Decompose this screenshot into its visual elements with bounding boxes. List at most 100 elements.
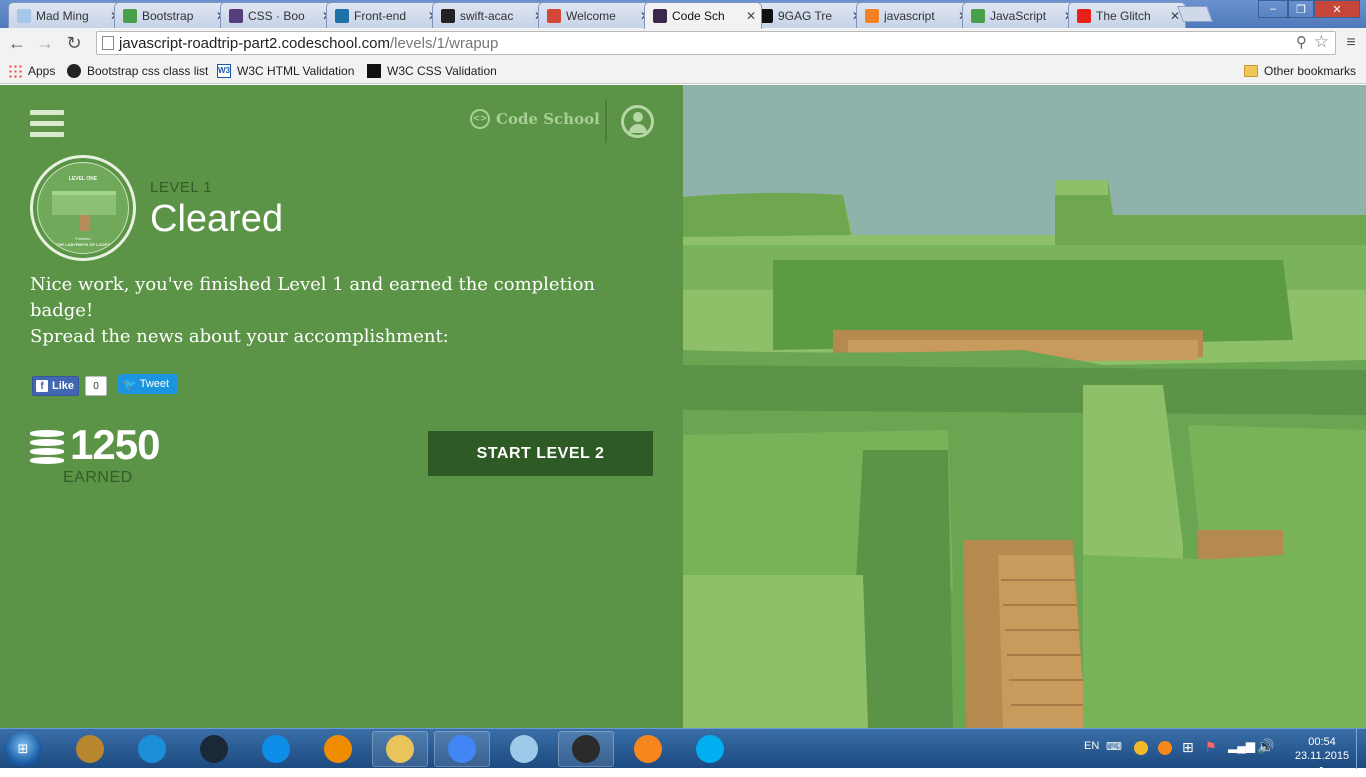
- tray-app-icon[interactable]: [1134, 741, 1148, 755]
- chrome-icon: [448, 735, 476, 763]
- bookmark-label: Bootstrap css class list: [87, 64, 209, 78]
- tab-label: Welcome: [566, 8, 616, 23]
- user-avatar-icon[interactable]: [621, 105, 654, 138]
- frontend-icon: [335, 8, 349, 23]
- youtube-icon: [1077, 8, 1091, 23]
- skype-icon: [696, 735, 724, 763]
- w3-icon: [123, 8, 137, 23]
- tab-label: CSS · Boo: [248, 8, 305, 23]
- tab-close-icon[interactable]: ✕: [745, 9, 757, 23]
- browser-tab[interactable]: Front-end✕: [326, 2, 444, 28]
- coins-icon: [30, 430, 64, 464]
- other-bookmarks-label: Other bookmarks: [1264, 64, 1357, 78]
- browser-tab[interactable]: Mad Ming✕: [8, 2, 126, 28]
- site-menu-button[interactable]: [30, 110, 64, 138]
- window-close-button[interactable]: ✕: [1314, 0, 1360, 18]
- new-tab-button[interactable]: [1177, 6, 1213, 22]
- steam-icon: [200, 735, 228, 763]
- reload-button[interactable]: ↻: [63, 32, 85, 54]
- avast-tray-icon[interactable]: [1158, 741, 1172, 755]
- hearthstone-icon: [76, 735, 104, 763]
- tweet-button[interactable]: 🐦 Tweet: [118, 374, 178, 394]
- header-divider: [605, 100, 607, 143]
- bookmark-bootstrap[interactable]: Bootstrap css class list: [67, 63, 208, 79]
- browser-tab[interactable]: 9GAG Tre✕: [750, 2, 868, 28]
- browser-tab[interactable]: JavaScript✕: [962, 2, 1080, 28]
- maximize-button[interactable]: ❐: [1288, 0, 1314, 18]
- bookmark-apps[interactable]: Apps: [8, 63, 55, 79]
- avast-icon: [634, 735, 662, 763]
- notepad-icon: [510, 735, 538, 763]
- taskbar-app[interactable]: [310, 731, 366, 767]
- start-level-2-button[interactable]: START LEVEL 2: [428, 431, 653, 476]
- browser-tab[interactable]: CSS · Boo✕: [220, 2, 338, 28]
- wrapup-panel: <> Code School LEVEL ONE Finished THE LA…: [0, 85, 683, 728]
- tab-label: javascript: [884, 8, 935, 23]
- taskbar-app[interactable]: [682, 731, 738, 767]
- bookmark-w3c-html[interactable]: W3 W3C HTML Validation: [217, 63, 354, 79]
- tweet-label: Tweet: [139, 378, 170, 390]
- windows-flag-icon[interactable]: ⊞: [1182, 739, 1194, 756]
- forward-button[interactable]: →: [34, 32, 56, 54]
- level-status-title: Cleared: [150, 198, 284, 240]
- apps-grid-icon: [8, 64, 22, 78]
- stackoverflow-icon: [865, 8, 879, 23]
- taskbar-app[interactable]: [558, 731, 614, 767]
- start-button[interactable]: ⊞: [4, 731, 42, 767]
- points-value: 1250: [70, 421, 160, 468]
- other-bookmarks[interactable]: Other bookmarks: [1244, 63, 1356, 79]
- browser-tab[interactable]: The Glitch ✕: [1068, 2, 1186, 28]
- taskbar-app[interactable]: [62, 731, 118, 767]
- show-desktop-button[interactable]: [1356, 729, 1366, 769]
- bookmark-star-icon[interactable]: ☆: [1314, 32, 1329, 52]
- forward-arrow-icon: →: [36, 32, 54, 53]
- browser-tab[interactable]: javascript✕: [856, 2, 974, 28]
- taskbar-app[interactable]: [434, 731, 490, 767]
- message-line-1: Nice work, you've finished Level 1 and e…: [30, 274, 595, 321]
- network-icon[interactable]: ▂▄▆: [1228, 739, 1255, 753]
- address-bar[interactable]: javascript-roadtrip-part2.codeschool.com…: [96, 31, 1336, 55]
- gmail-icon: [547, 8, 561, 23]
- browser-tab[interactable]: Welcome✕: [538, 2, 656, 28]
- minimize-button[interactable]: –: [1258, 0, 1288, 18]
- volume-icon[interactable]: 🔊: [1257, 738, 1274, 755]
- page-icon: [102, 36, 114, 50]
- taskbar-app[interactable]: [372, 731, 428, 767]
- back-button[interactable]: ←: [6, 32, 28, 54]
- w3-icon: [971, 8, 985, 23]
- like-label: Like: [52, 380, 75, 392]
- url-path: /levels/1/wrapup: [389, 34, 499, 52]
- back-arrow-icon: ←: [8, 32, 26, 53]
- taskbar-app[interactable]: [124, 731, 180, 767]
- facebook-like-button[interactable]: f Like: [32, 376, 79, 396]
- badge-name: THE LABYRINTH OF LOOPS: [56, 242, 110, 247]
- hamburger-menu-icon: ≡: [1346, 34, 1356, 51]
- browser-tab[interactable]: swift-acac✕: [432, 2, 550, 28]
- taskbar-app[interactable]: [496, 731, 552, 767]
- taskbar-app[interactable]: [248, 731, 304, 767]
- tab-strip: Mad Ming✕Bootstrap✕CSS · Boo✕Front-end✕s…: [0, 0, 1366, 29]
- taskbar-app[interactable]: [620, 731, 676, 767]
- bookmark-w3c-css[interactable]: W3C CSS Validation: [367, 63, 497, 79]
- browser-tab[interactable]: Code Sch ✕: [644, 2, 762, 29]
- teamviewer-icon: [262, 735, 290, 763]
- labyrinth-illustration: [683, 85, 1366, 728]
- action-center-icon[interactable]: ⚑: [1205, 739, 1217, 755]
- codeschool-logo[interactable]: <> Code School: [470, 109, 600, 129]
- windows-taskbar: ⊞ EN ⌨ ⊞ ⚑ ▂▄▆ 🔊 00:54 23.11.2015 г.: [0, 728, 1366, 776]
- taskbar-app[interactable]: [186, 731, 242, 767]
- message-line-2: Spread the news about your accomplishmen…: [30, 326, 449, 347]
- clock[interactable]: 00:54 23.11.2015 г.: [1292, 735, 1352, 777]
- extension-icon[interactable]: ⚲: [1296, 33, 1307, 51]
- language-indicator[interactable]: EN: [1084, 740, 1099, 752]
- browser-tab[interactable]: Bootstrap✕: [114, 2, 232, 28]
- bookmark-label: Apps: [28, 64, 56, 78]
- file-explorer-icon: [386, 735, 414, 763]
- level-label: LEVEL 1: [150, 179, 213, 196]
- badge-maze-icon: [52, 191, 116, 215]
- tab-label: Bootstrap: [142, 8, 194, 23]
- brackets-icon: [572, 735, 600, 763]
- menu-button[interactable]: ≡: [1340, 32, 1362, 54]
- keyboard-icon[interactable]: ⌨: [1106, 740, 1122, 753]
- tab-label: Code Sch: [672, 9, 725, 23]
